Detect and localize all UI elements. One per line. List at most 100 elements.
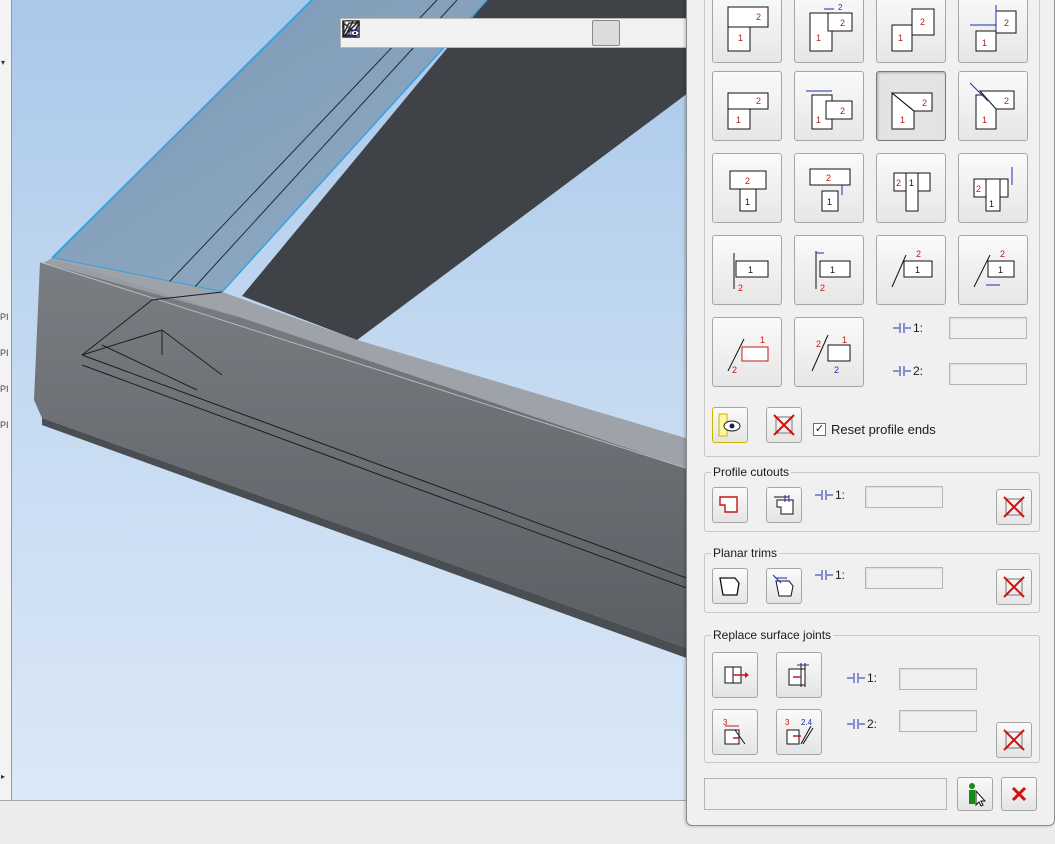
surface-joint-4-icon: 3 2.4: [785, 718, 814, 745]
delete-joint-icon: [773, 414, 795, 436]
surface-joint-button[interactable]: [712, 652, 758, 698]
svg-text:2: 2: [896, 178, 901, 188]
3d-viewport[interactable]: AB YX: [12, 0, 692, 800]
svg-text:1: 1: [738, 33, 743, 43]
left-panel-strip: ▾ PI PI PI PI ▸: [0, 0, 12, 800]
planar-trim-button[interactable]: [712, 568, 748, 604]
trim-gap-field[interactable]: [865, 567, 943, 589]
cutout-icon: [719, 496, 738, 513]
view-direction-icon[interactable]: AB: [343, 20, 527, 46]
svg-text:2: 2: [738, 283, 743, 293]
gap1-field[interactable]: [949, 317, 1027, 339]
joint-15-angled[interactable]: 12: [876, 235, 946, 305]
scroll-arrow-icon[interactable]: ▸: [1, 772, 5, 781]
svg-text:2: 2: [816, 339, 821, 349]
svg-text:2: 2: [820, 283, 825, 293]
joint-13-end-plate[interactable]: 12: [712, 235, 782, 305]
svg-text:1: 1: [760, 335, 765, 345]
zoom-fit-icon[interactable]: [342, 20, 465, 46]
surface-gap1-label: 1:: [846, 671, 877, 685]
joint-3-butt-side[interactable]: 12: [876, 0, 946, 63]
joint-10-t-joint-gap[interactable]: 21: [794, 153, 864, 223]
planar-trim-gap-button[interactable]: [766, 568, 802, 604]
joint-11-t-joint-side[interactable]: 21: [876, 153, 946, 223]
replace-surface-joints-title: Replace surface joints: [711, 628, 834, 642]
checkbox-box[interactable]: ✓: [813, 423, 826, 436]
gap2-field[interactable]: [949, 363, 1027, 385]
svg-text:1: 1: [909, 178, 914, 188]
delete-trim-button[interactable]: [996, 569, 1032, 605]
svg-text:1: 1: [736, 115, 741, 125]
svg-text:2: 2: [1000, 249, 1005, 259]
delete-joint-button[interactable]: [766, 407, 802, 443]
svg-text:1: 1: [830, 265, 835, 275]
dropdown-arrow-icon[interactable]: ▾: [1, 58, 5, 67]
svg-text:2.4: 2.4: [801, 718, 813, 727]
delete-cutout-button[interactable]: [996, 489, 1032, 525]
surface-gap2-field[interactable]: [899, 710, 977, 732]
svg-text:1: 1: [816, 115, 821, 125]
joint-14-end-plate-gap[interactable]: 12: [794, 235, 864, 305]
show-hide-icon[interactable]: [344, 20, 651, 46]
surface-joint-gap-button[interactable]: [776, 652, 822, 698]
svg-text:2: 2: [834, 365, 839, 375]
svg-text:2: 2: [916, 249, 921, 259]
joint-12-t-joint-side-gap[interactable]: 21: [958, 153, 1028, 223]
svg-text:1: 1: [748, 265, 753, 275]
svg-text:2: 2: [1004, 18, 1009, 28]
joint-8-miter-gap[interactable]: 12: [958, 71, 1028, 141]
joint-4-butt-side-gap[interactable]: 12: [958, 0, 1028, 63]
joint-7-miter[interactable]: 12: [876, 71, 946, 141]
svg-text:3: 3: [723, 718, 728, 727]
cancel-button[interactable]: [1001, 777, 1037, 811]
svg-text:2: 2: [840, 106, 845, 116]
surface-joint-gap-icon: [788, 663, 809, 687]
joint-16-angled-gap[interactable]: 12: [958, 235, 1028, 305]
close-icon: [1011, 786, 1027, 802]
joint-17-angled-cut[interactable]: 12: [712, 317, 782, 387]
svg-text:2: 2: [838, 3, 843, 12]
joint-9-t-joint[interactable]: 21: [712, 153, 782, 223]
surface-joint-3-button[interactable]: 3: [712, 709, 758, 755]
visibility-filter-icon[interactable]: [342, 20, 682, 46]
zoom-in-icon[interactable]: [342, 20, 403, 46]
profile-cutouts-title: Profile cutouts: [711, 465, 792, 479]
cutout-button[interactable]: [712, 487, 748, 523]
ok-button[interactable]: [957, 777, 993, 811]
profile-joint-panel: 12 122 12 12 12 12 12 12 21 21 21 21 12 …: [686, 0, 1055, 826]
strip-label: PI: [0, 348, 9, 358]
planar-trims-title: Planar trims: [711, 546, 780, 560]
svg-text:1: 1: [982, 115, 987, 125]
message-field: [704, 778, 947, 810]
zoom-out-icon[interactable]: [342, 20, 434, 46]
gap-dimension-icon: [815, 490, 833, 500]
snap-icon[interactable]: YX: [342, 20, 589, 46]
joint-1-butt-top[interactable]: 12: [712, 0, 782, 63]
svg-text:1: 1: [989, 199, 994, 209]
svg-text:2: 2: [922, 98, 927, 108]
trim-gap-label: 1:: [814, 568, 845, 582]
eye-icon: [718, 413, 741, 437]
reset-profile-ends-checkbox[interactable]: ✓ Reset profile ends: [813, 422, 936, 437]
joint-18-angled-cut-gap[interactable]: 2 1 2: [794, 317, 864, 387]
preview-button[interactable]: [712, 407, 748, 443]
svg-text:2: 2: [826, 173, 831, 183]
strip-label: PI: [0, 312, 9, 322]
surface-joint-4-button[interactable]: 3 2.4: [776, 709, 822, 755]
cutout-gap-label: 1:: [814, 488, 845, 502]
properties-icon[interactable]: [343, 20, 558, 46]
view-cube-icon[interactable]: [344, 20, 496, 46]
svg-text:2: 2: [745, 176, 750, 186]
joint-6-butt-offset-gap[interactable]: 12: [794, 71, 864, 141]
surface-joint-3-icon: 3: [723, 718, 746, 745]
delete-icon: [1003, 729, 1025, 751]
cutout-gap-field[interactable]: [865, 486, 943, 508]
surface-gap1-field[interactable]: [899, 668, 977, 690]
cutout-gap-button[interactable]: [766, 487, 802, 523]
svg-text:2: 2: [976, 184, 981, 194]
joint-2-butt-top-gap[interactable]: 1 2 2: [794, 0, 864, 63]
section-plane-icon[interactable]: [341, 20, 620, 46]
delete-surface-joint-button[interactable]: [996, 722, 1032, 758]
joint-5-butt-offset[interactable]: 12: [712, 71, 782, 141]
joint-type-group: [704, 0, 1040, 457]
